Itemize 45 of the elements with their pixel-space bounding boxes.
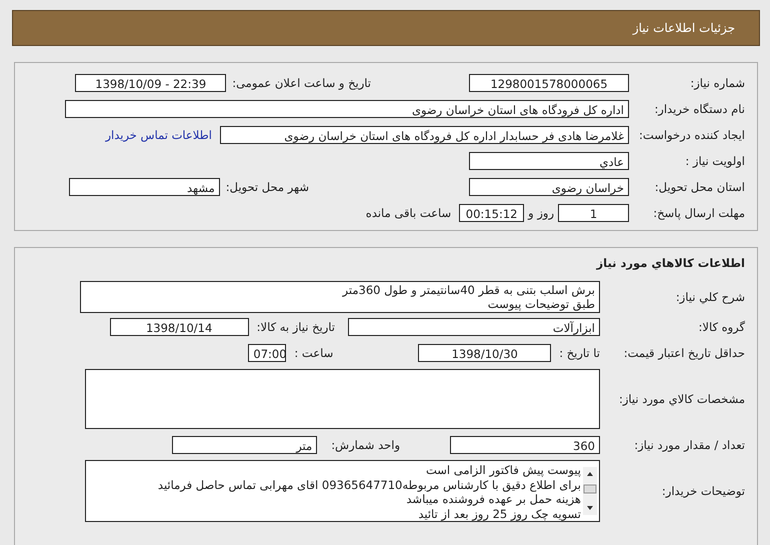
note-line: هزینه حمل بر عهده فروشنده میباشد: [405, 492, 581, 506]
announce-date-field: 1398/10/09 - 22:39: [75, 74, 226, 92]
field-label: توضیحات خریدار:: [660, 484, 745, 498]
field-label: مشخصات کالاي مورد نياز:: [618, 392, 745, 406]
field-label: نام دستگاه خریدار:: [653, 102, 745, 116]
city-field: مشهد: [68, 178, 220, 196]
priority-field: عادي: [469, 152, 629, 170]
time-remaining-field: 00:15:12: [459, 204, 524, 222]
need-date-field: 1398/10/14: [110, 318, 249, 336]
field-label: تاریخ و ساعت اعلان عمومی:: [232, 76, 371, 90]
creator-field: غلامرضا هادی فر حسابدار اداره کل فرودگاه های استان خراسان رضوی: [220, 126, 629, 144]
field-label: حداقل تاریخ اعتبار قیمت:: [622, 346, 745, 360]
days-unit-label: روز و: [528, 206, 554, 220]
field-label: ایجاد کننده درخواست:: [638, 128, 745, 142]
goods-group-field: ابزارآلات: [348, 318, 600, 336]
need-number-field: 1298001578000065: [469, 74, 629, 92]
buyer-contact-link[interactable]: اطلاعات تماس خریدار: [105, 128, 212, 142]
scrollbar-drawing[interactable]: [583, 467, 597, 515]
field-label: تاریخ نیاز به کالا:: [256, 320, 335, 334]
field-label: شهر محل تحویل:: [226, 180, 309, 194]
field-label: شماره نیاز:: [689, 76, 745, 90]
field-label: گروه کالا:: [698, 320, 745, 334]
field-label: استان محل تحویل:: [654, 180, 745, 194]
days-field: 1: [558, 204, 629, 222]
price-time-field: 07:00: [248, 344, 286, 362]
field-label: اولویت نیاز :: [684, 154, 745, 168]
unit-field: متر: [172, 436, 318, 454]
field-label: شرح کلي نياز:: [674, 290, 745, 304]
price-date-field: 1398/10/30: [418, 344, 552, 362]
field-label: تا تاریخ :: [559, 346, 600, 360]
quantity-field: 360: [450, 436, 600, 454]
note-line: تسویه چک روز 25 روز بعد از تائید: [417, 506, 581, 521]
province-field: خراسان رضوی: [469, 178, 629, 196]
note-line: پیوست پیش فاکتور الزامی است: [424, 463, 581, 478]
section-title: اطلاعات کالاهاي مورد نياز: [595, 256, 745, 272]
field-label: تعداد / مقدار مورد نیاز:: [633, 438, 745, 452]
buyer-field: اداره کل فرودگاه های استان خراسان رضوی: [65, 100, 629, 118]
field-label: مهلت ارسال پاسخ:: [652, 206, 745, 220]
note-line: برای اطلاع دقیق با کارشناس مربوطه09365647710 اقای مهرابی تماس حاصل فرمائید: [158, 478, 581, 492]
description-line: طبق توضیحات پیوست: [486, 297, 595, 311]
description-line: برش اسلب بتنی به قطر 40سانتیمتر و طول 360متر: [341, 283, 595, 297]
page-title: جزئیات اطلاعات نیاز: [632, 21, 735, 35]
remaining-label: ساعت باقی مانده: [366, 206, 452, 220]
field-label: ساعت :: [294, 346, 334, 360]
field-label: واحد شمارش:: [331, 438, 400, 452]
